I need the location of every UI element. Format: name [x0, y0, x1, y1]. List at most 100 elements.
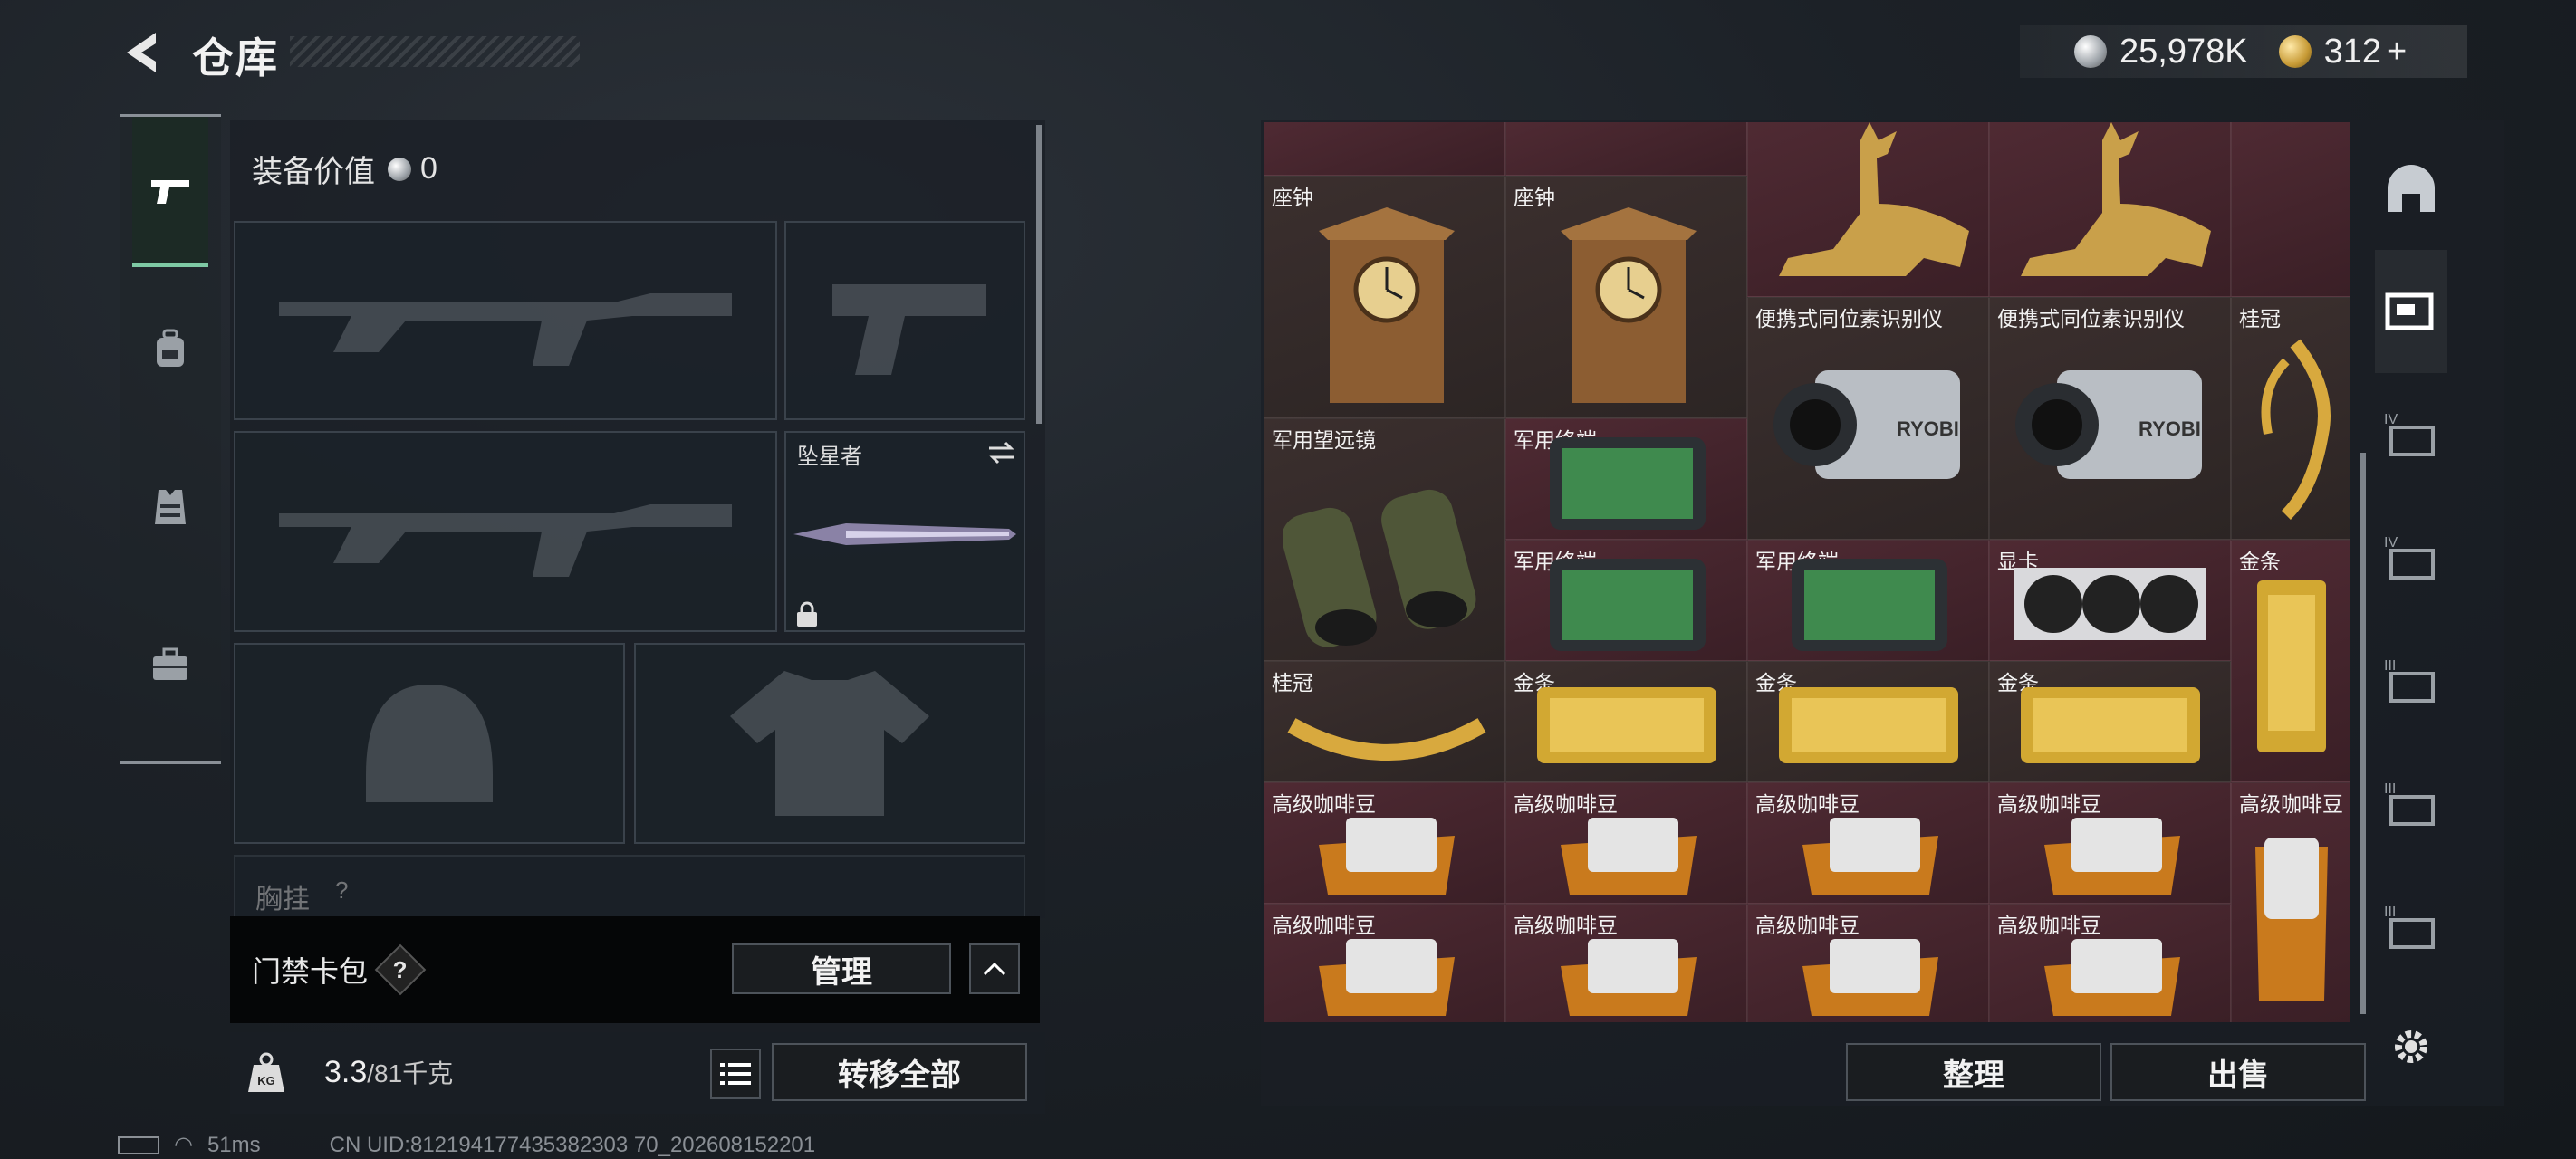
military-terminal-item[interactable]: 军用终端: [1505, 418, 1747, 540]
svg-text:RYOBI: RYOBI: [2139, 417, 2201, 440]
coffee-bag-icon: [1319, 818, 1455, 895]
military-terminal-item[interactable]: 军用终端: [1747, 540, 1989, 661]
title-decoration: [290, 36, 580, 67]
tab-weapons[interactable]: [132, 117, 208, 267]
coffee-bag-icon: [1802, 818, 1938, 895]
knife-icon: [793, 523, 1016, 545]
tablet-icon: [1550, 437, 1706, 530]
isotope-identifier-item[interactable]: 便携式同位素识别仪 RYOBI: [1747, 297, 1989, 540]
stash-cell-partial[interactable]: [1264, 122, 1505, 176]
military-terminal-item[interactable]: 军用终端: [1505, 540, 1747, 661]
back-button[interactable]: [118, 25, 163, 80]
rifle-placeholder-icon: [235, 223, 775, 418]
gold-bar-item[interactable]: 金条: [2231, 540, 2350, 782]
swap-icon[interactable]: [985, 440, 1018, 465]
equipment-panel: 装备价值 0 坠星者 胸挂 ?: [230, 120, 1045, 918]
collapse-button[interactable]: [969, 943, 1020, 994]
rifle-placeholder-icon: [235, 433, 775, 630]
sort-button[interactable]: 整理: [1846, 1043, 2101, 1101]
currency-bar: 25,978K 312 +: [2020, 25, 2467, 78]
case-icon: [153, 647, 187, 680]
binoculars-item[interactable]: 军用望远镜: [1264, 418, 1505, 661]
equipment-value: 装备价值 0: [252, 147, 437, 191]
laurel-crown-item[interactable]: 桂冠: [1264, 661, 1505, 782]
ping-value: 51ms: [207, 1132, 261, 1157]
coffee-bag-icon: [1802, 939, 1938, 1016]
tab-stash-iii-2[interactable]: III: [2375, 742, 2447, 866]
coffee-bean-item[interactable]: 高级咖啡豆: [2231, 782, 2350, 1022]
lock-icon: [797, 601, 817, 627]
back-arrow-icon: [127, 33, 156, 72]
tab-vest[interactable]: [132, 432, 208, 582]
deer-statue-item[interactable]: [1747, 122, 1989, 297]
desk-clock-item[interactable]: 座钟: [1505, 176, 1747, 418]
laurel-crown-item[interactable]: 桂冠: [2231, 297, 2350, 540]
primary-weapon-slot[interactable]: [234, 221, 777, 420]
pistol-slot[interactable]: [784, 221, 1025, 420]
tab-stash-sub[interactable]: [2375, 250, 2447, 373]
page-title: 仓库: [192, 34, 279, 81]
svg-text:RYOBI: RYOBI: [1897, 417, 1959, 440]
tablet-icon: [1550, 559, 1706, 651]
graphics-card-item[interactable]: 显卡: [1989, 540, 2231, 661]
melee-item-name: 坠星者: [797, 445, 862, 469]
helmet-slot[interactable]: [234, 643, 625, 844]
chevron-up-icon: [983, 962, 1006, 976]
coffee-bean-item[interactable]: 高级咖啡豆: [1747, 782, 1989, 904]
gold-bar-icon: [2257, 580, 2326, 752]
coffee-bag-icon: [1319, 939, 1455, 1016]
chest-rig-slot[interactable]: 胸挂 ?: [234, 855, 1025, 918]
list-view-button[interactable]: [710, 1049, 761, 1099]
coffee-bean-item[interactable]: 高级咖啡豆: [1989, 782, 2231, 904]
gold-bar-item[interactable]: 金条: [1505, 661, 1747, 782]
weight-icon: KG: [248, 1052, 284, 1092]
manage-button[interactable]: 管理: [732, 943, 951, 994]
coffee-bag-icon: [1561, 818, 1697, 895]
isotope-identifier-item[interactable]: 便携式同位素识别仪 RYOBI: [1989, 297, 2231, 540]
coffee-bag-icon: [2255, 838, 2328, 1001]
melee-slot[interactable]: 坠星者: [784, 431, 1025, 632]
tab-stash-iii-1[interactable]: III: [2375, 619, 2447, 742]
gold-bar-item[interactable]: 金条: [1989, 661, 2231, 782]
gear-icon[interactable]: [2388, 1023, 2435, 1070]
stash-page-tabs: IV IV III III III: [2366, 127, 2456, 996]
status-line: ◠ 51ms CN UID:812194177435382303 70_2026…: [118, 1132, 815, 1158]
stash-cell-partial[interactable]: [2231, 122, 2350, 297]
stash-cell-partial[interactable]: [1505, 122, 1747, 176]
tab-stash-iv-1[interactable]: IV: [2375, 373, 2447, 496]
coffee-bean-item[interactable]: 高级咖啡豆: [1264, 782, 1505, 904]
shelf-icon: III: [2384, 658, 2435, 703]
access-card-bar: 门禁卡包 ? 管理: [230, 916, 1040, 1023]
shelf-icon: IV: [2384, 535, 2435, 580]
coffee-bag-icon: [2044, 818, 2180, 895]
coffee-bean-item[interactable]: 高级咖啡豆: [1264, 904, 1505, 1022]
isotope-device-icon: RYOBI: [1773, 370, 1960, 479]
gold-bar-icon: [1779, 687, 1958, 763]
vest-icon: [155, 490, 186, 524]
coffee-bean-item[interactable]: 高级咖啡豆: [1505, 782, 1747, 904]
sell-button[interactable]: 出售: [2110, 1043, 2366, 1101]
transfer-all-button[interactable]: 转移全部: [772, 1043, 1027, 1101]
tab-case[interactable]: [132, 589, 208, 740]
tab-stash-iv-2[interactable]: IV: [2375, 496, 2447, 619]
add-gold-button[interactable]: +: [2387, 33, 2407, 72]
deer-statue-item[interactable]: [1989, 122, 2231, 297]
coffee-bean-item[interactable]: 高级咖啡豆: [1505, 904, 1747, 1022]
armor-slot[interactable]: [634, 643, 1025, 844]
stash-sub-icon: [2385, 292, 2434, 330]
equipment-scrollbar[interactable]: [1036, 125, 1042, 424]
gold-bar-icon: [1537, 687, 1716, 763]
tab-backpack[interactable]: [132, 274, 208, 425]
tab-stash-iii-3[interactable]: III: [2375, 866, 2447, 989]
secondary-weapon-slot[interactable]: [234, 431, 777, 632]
desk-clock-item[interactable]: 座钟: [1264, 176, 1505, 418]
coffee-bean-item[interactable]: 高级咖啡豆: [1989, 904, 2231, 1022]
chest-rig-label: 胸挂: [255, 885, 310, 915]
gold-bar-item[interactable]: 金条: [1747, 661, 1989, 782]
coffee-bean-item[interactable]: 高级咖啡豆: [1747, 904, 1989, 1022]
help-icon[interactable]: ?: [374, 943, 427, 996]
gold-bar-icon: [2021, 687, 2200, 763]
clock-icon: [1319, 207, 1455, 403]
pistol-icon: [151, 179, 189, 204]
tab-stash-main[interactable]: [2375, 127, 2447, 250]
